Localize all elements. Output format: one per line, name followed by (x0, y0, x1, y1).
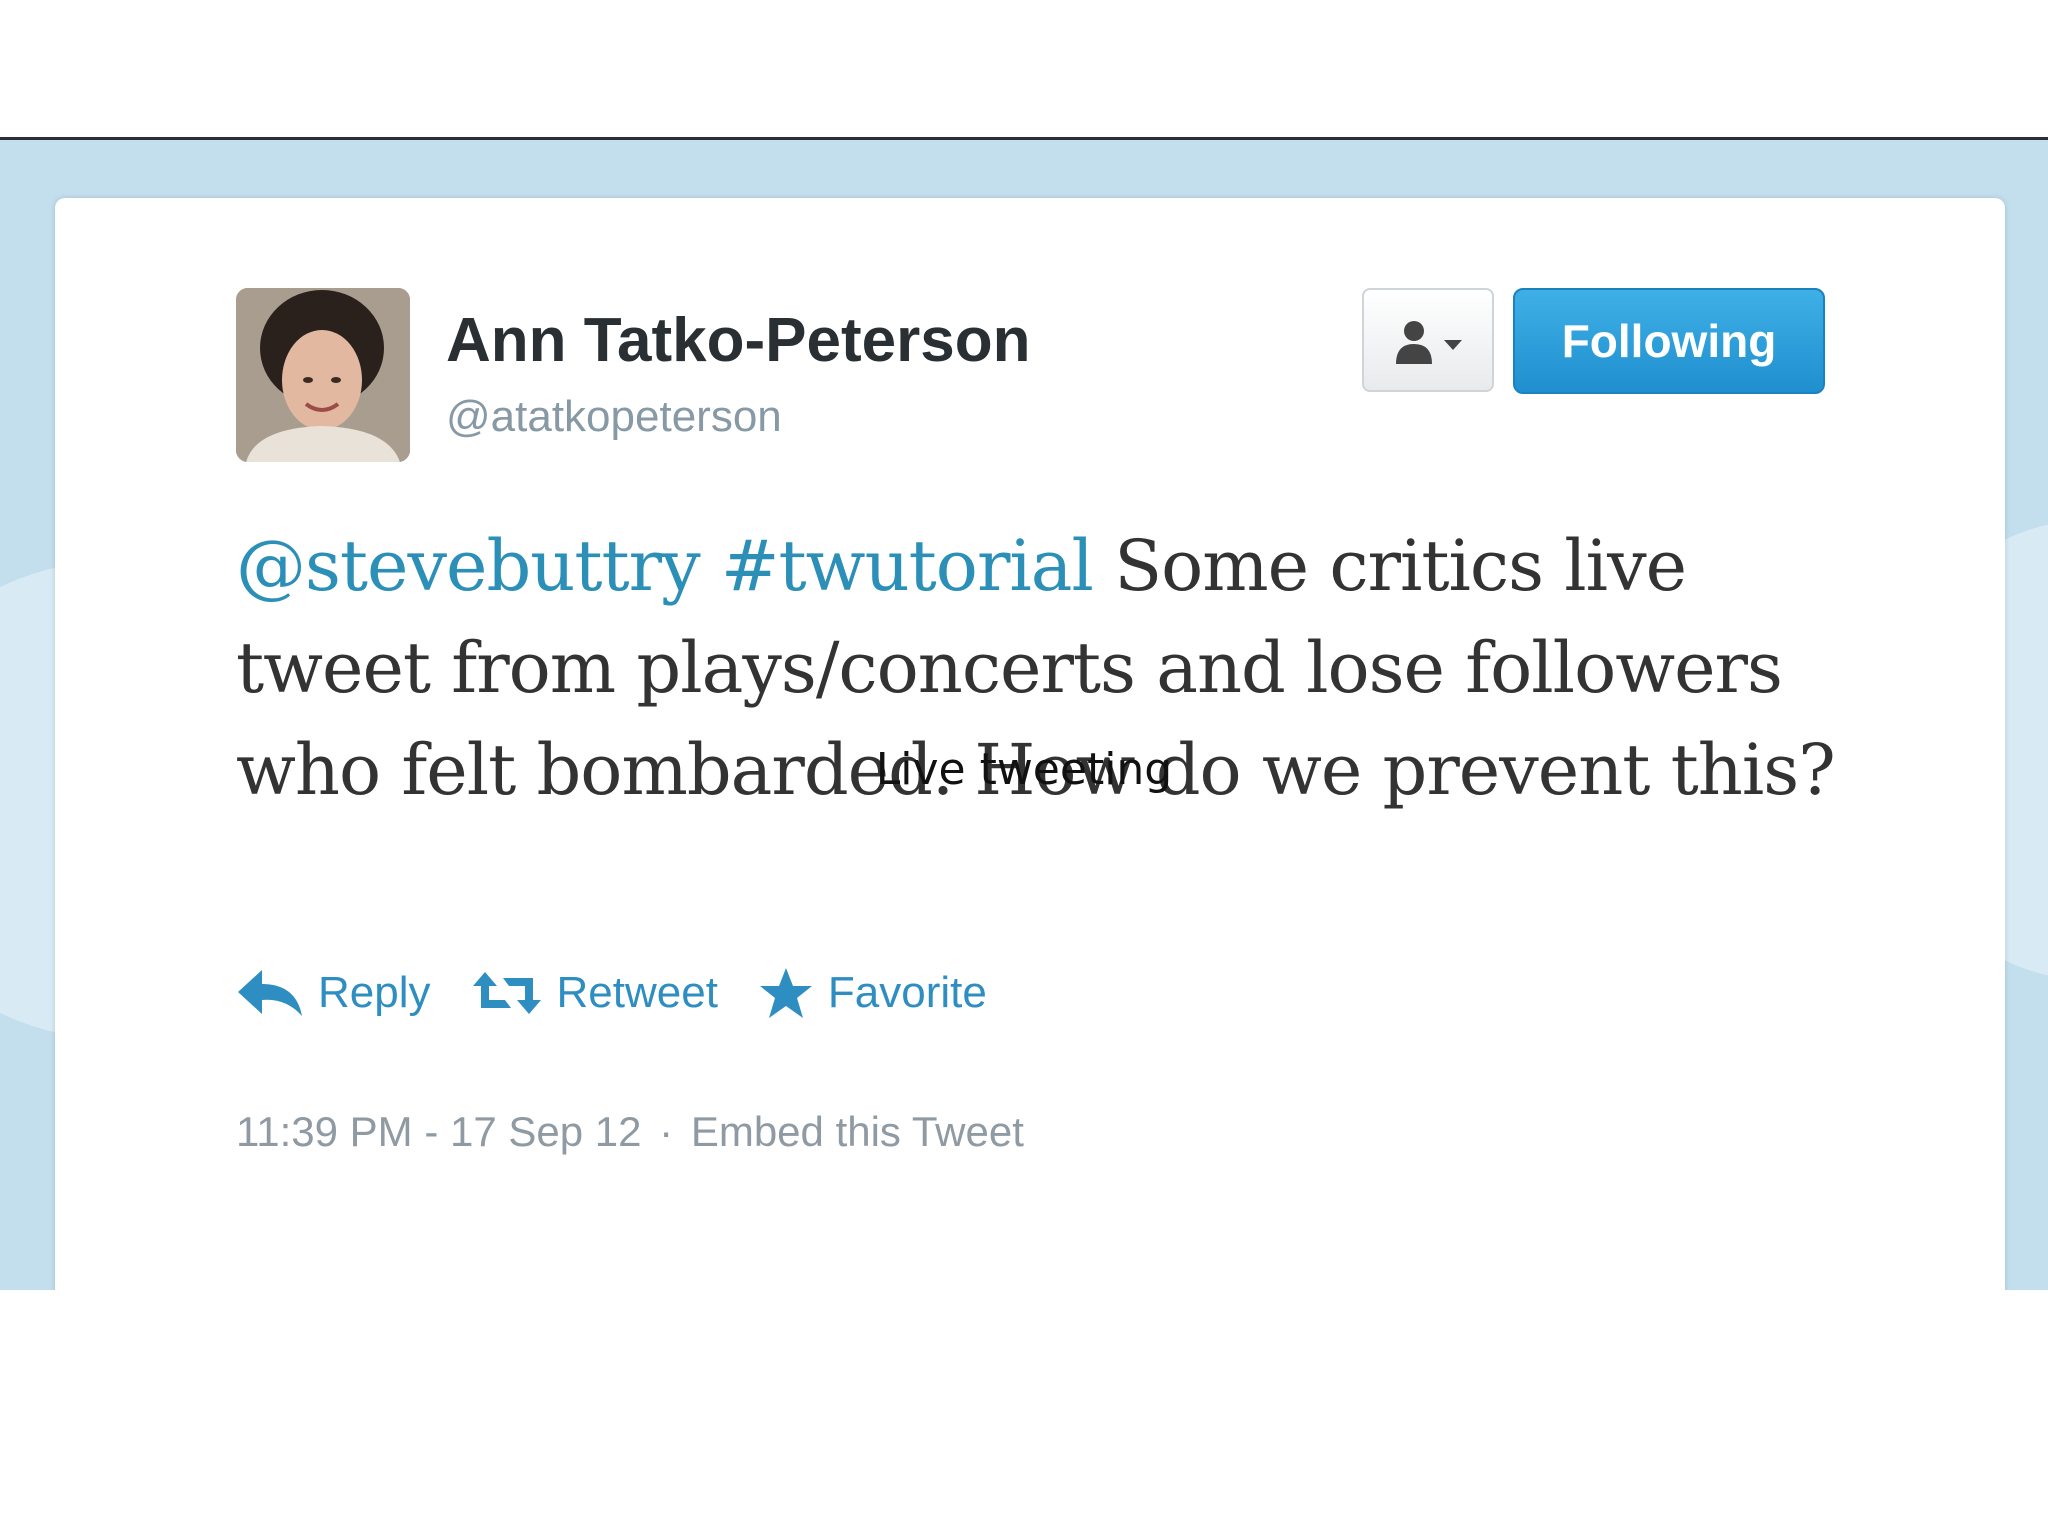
slide-caption: Live tweeting (875, 744, 1173, 795)
embed-link[interactable]: Embed this Tweet (691, 1108, 1024, 1155)
user-display-name[interactable]: Ann Tatko-Peterson (446, 305, 1030, 376)
retweet-button[interactable]: Retweet (471, 968, 718, 1018)
following-button[interactable]: Following (1513, 288, 1825, 394)
retweet-icon (472, 972, 541, 1014)
avatar[interactable] (236, 288, 410, 462)
hashtag-link[interactable]: #twutorial (721, 525, 1094, 607)
person-dropdown-icon (1396, 321, 1462, 364)
favorite-label: Favorite (827, 968, 987, 1017)
mention-link[interactable]: @stevebuttry (236, 525, 701, 607)
tweet-metadata: 11:39 PM - 17 Sep 12 · Embed this Tweet (236, 1108, 1024, 1156)
separator: · (659, 1108, 674, 1155)
reply-label: Reply (318, 968, 431, 1017)
tweet-timestamp[interactable]: 11:39 PM - 17 Sep 12 (236, 1108, 641, 1155)
retweet-label: Retweet (556, 968, 718, 1017)
user-actions-dropdown[interactable] (1362, 288, 1494, 392)
star-icon (759, 968, 812, 1018)
tweet-actions: Reply Retweet Favorite (236, 958, 1027, 1028)
favorite-button[interactable]: Favorite (758, 966, 987, 1020)
reply-button[interactable]: Reply (236, 968, 431, 1018)
reply-arrow-icon (238, 970, 302, 1016)
user-handle[interactable]: @atatkopeterson (446, 392, 782, 442)
